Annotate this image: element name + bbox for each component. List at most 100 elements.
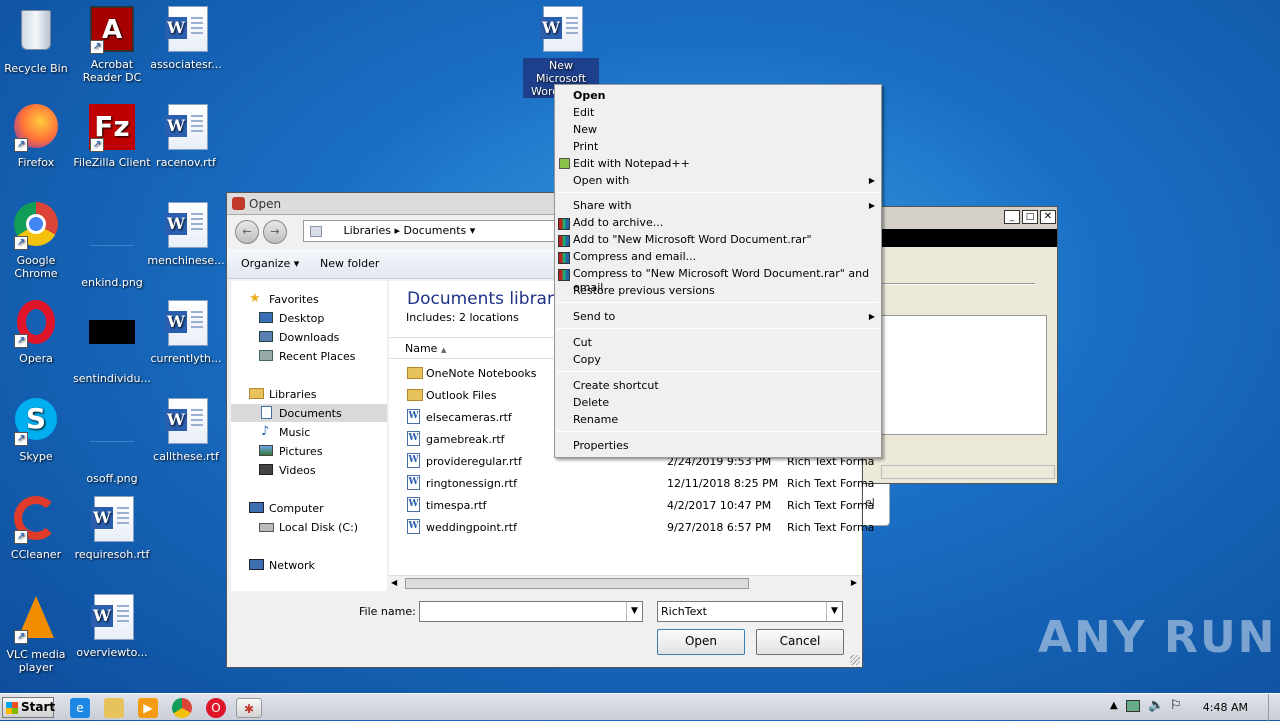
resize-grip-icon[interactable]: [850, 655, 860, 665]
desktop-icon-racenov[interactable]: racenov.rtf: [146, 104, 226, 169]
desktop-icon-currentlyth[interactable]: currentlyth...: [146, 300, 226, 365]
breadcrumb-documents[interactable]: Documents: [404, 224, 467, 237]
file-row[interactable]: OneNote Notebooks: [407, 367, 537, 380]
desktop-icon-vlc[interactable]: ↗ VLC media player: [0, 594, 76, 674]
text-area[interactable]: [881, 315, 1047, 435]
maximize-button[interactable]: □: [1022, 210, 1038, 224]
menu-restore-previous[interactable]: Restore previous versions: [573, 284, 715, 298]
menu-open[interactable]: Open: [573, 89, 606, 103]
explorer-folder-icon[interactable]: [104, 698, 124, 718]
menu-copy[interactable]: Copy: [573, 353, 601, 367]
active-app-taskbar-icon[interactable]: ✱: [236, 698, 262, 718]
desktop-icon-overviewto[interactable]: overviewto...: [72, 594, 152, 659]
breadcrumb[interactable]: Libraries ▸ Documents ▾: [303, 220, 563, 242]
menu-create-shortcut[interactable]: Create shortcut: [573, 379, 659, 393]
downloads-icon: [259, 331, 273, 342]
menu-rename[interactable]: Rename: [573, 413, 618, 427]
desktop-icon-callthese[interactable]: callthese.rtf: [146, 398, 226, 463]
winrar-icon: [558, 252, 570, 264]
vlc-icon: ↗: [12, 596, 60, 644]
new-folder-button[interactable]: New folder: [320, 257, 379, 270]
file-row[interactable]: Wgamebreak.rtf: [407, 431, 505, 446]
nav-network[interactable]: Network: [249, 559, 315, 572]
nav-music[interactable]: ♪ Music: [261, 424, 310, 439]
music-icon: ♪: [261, 424, 270, 439]
file-row[interactable]: Wtimespa.rtf 4/2/2017 10:47 PM Rich Text F…: [407, 497, 874, 512]
file-row[interactable]: Welsecameras.rtf: [407, 409, 512, 424]
menu-edit-notepadpp[interactable]: Edit with Notepad++: [573, 157, 690, 171]
menu-add-to-rar[interactable]: Add to "New Microsoft Word Document.rar": [573, 233, 812, 247]
menu-delete[interactable]: Delete: [573, 396, 609, 410]
nav-favorites[interactable]: ★ Favorites: [249, 291, 319, 306]
file-type-select[interactable]: RichText ▼: [657, 601, 843, 622]
organize-button[interactable]: Organize ▾: [241, 257, 299, 270]
column-name-header[interactable]: Name ▲: [405, 342, 446, 355]
desktop-icon-requiresoh[interactable]: requiresoh.rtf: [72, 496, 152, 561]
forward-button[interactable]: →: [263, 220, 287, 244]
minimize-button[interactable]: _: [1004, 210, 1020, 224]
desktop-icon-acrobat[interactable]: A ↗ Acrobat Reader DC: [72, 6, 152, 84]
menu-print[interactable]: Print: [573, 140, 598, 154]
scroll-left-arrow[interactable]: ◀: [391, 578, 397, 587]
desktop-icon-menchinese[interactable]: menchinese...: [146, 202, 226, 267]
scroll-right-arrow[interactable]: ▶: [851, 578, 857, 587]
network-tray-icon[interactable]: [1126, 700, 1140, 712]
desktop-icon-ccleaner[interactable]: ↗ CCleaner: [0, 496, 76, 561]
background-window: _ □ ✕: [860, 206, 1058, 484]
chrome-taskbar-icon[interactable]: [172, 698, 192, 718]
desktop-icon-opera[interactable]: ↗ Opera: [0, 300, 76, 365]
horizontal-scrollbar[interactable]: ◀ ▶: [389, 575, 861, 591]
scroll-thumb[interactable]: [405, 578, 749, 589]
file-name-input[interactable]: ▼: [419, 601, 643, 622]
menu-properties[interactable]: Properties: [573, 439, 629, 453]
nav-desktop[interactable]: Desktop: [259, 312, 324, 325]
nav-libraries[interactable]: Libraries: [249, 388, 317, 401]
navigation-pane: ★ Favorites Desktop Downloads Recent Plac…: [231, 281, 387, 591]
ie-icon[interactable]: e: [70, 698, 90, 718]
start-button[interactable]: Start: [2, 697, 55, 718]
desktop-icon-chrome[interactable]: ↗ Google Chrome: [0, 202, 76, 280]
desktop-icon-firefox[interactable]: ↗ Firefox: [0, 104, 76, 169]
flag-icon[interactable]: ⚐: [1170, 698, 1182, 713]
desktop-icon-sentindividu[interactable]: sentindividu...: [72, 300, 152, 385]
menu-compress-and-email[interactable]: Compress and email...: [573, 250, 696, 264]
submenu-arrow-icon: ▶: [868, 201, 875, 210]
menu-new[interactable]: New: [573, 123, 597, 137]
menu-open-with[interactable]: Open with: [573, 174, 629, 188]
file-name-dropdown-icon[interactable]: ▼: [626, 602, 642, 621]
nav-videos[interactable]: Videos: [259, 464, 316, 477]
menu-send-to[interactable]: Send to: [573, 310, 615, 324]
breadcrumb-libraries[interactable]: Libraries: [344, 224, 392, 237]
nav-documents[interactable]: Documents: [261, 406, 342, 420]
media-player-icon[interactable]: ▶: [138, 698, 158, 718]
winrar-icon: [558, 235, 570, 247]
nav-recent-places[interactable]: Recent Places: [259, 350, 356, 363]
desktop-icon-filezilla[interactable]: Fz ↗ FileZilla Client: [72, 104, 152, 169]
show-desktop-button[interactable]: [1268, 694, 1280, 721]
nav-pictures[interactable]: Pictures: [259, 445, 323, 458]
file-row[interactable]: Wringtonessign.rtf 12/11/2018 8:25 PM Rich…: [407, 475, 874, 490]
word-doc-icon: [162, 202, 210, 250]
nav-computer[interactable]: Computer: [249, 502, 324, 515]
desktop-icon-skype[interactable]: S ↗ Skype: [0, 398, 76, 463]
desktop-icon-associates[interactable]: associatesr...: [146, 6, 226, 71]
menu-cut[interactable]: Cut: [573, 336, 592, 350]
clock[interactable]: 4:48 AM: [1203, 701, 1248, 714]
desktop-icon-recycle-bin[interactable]: Recycle Bin: [0, 6, 76, 75]
menu-add-to-archive[interactable]: Add to archive...: [573, 216, 663, 230]
show-hidden-icons[interactable]: ▲: [1110, 700, 1118, 711]
menu-edit[interactable]: Edit: [573, 106, 594, 120]
opera-taskbar-icon[interactable]: O: [206, 698, 226, 718]
back-button[interactable]: ←: [235, 220, 259, 244]
file-row[interactable]: Outlook Files: [407, 389, 496, 402]
cancel-button[interactable]: Cancel: [756, 629, 844, 655]
close-button[interactable]: ✕: [1040, 210, 1056, 224]
desktop-icon-osoff[interactable]: osoff.png: [72, 398, 152, 485]
nav-downloads[interactable]: Downloads: [259, 331, 339, 344]
volume-icon[interactable]: 🔈: [1148, 698, 1164, 713]
desktop-icon-enkind[interactable]: enkind.png: [72, 202, 152, 289]
file-row[interactable]: Wweddingpoint.rtf 9/27/2018 6:57 PM Rich T…: [407, 519, 874, 534]
nav-local-disk[interactable]: Local Disk (C:): [259, 521, 358, 534]
open-button[interactable]: Open: [657, 629, 745, 655]
menu-share-with[interactable]: Share with: [573, 199, 632, 213]
